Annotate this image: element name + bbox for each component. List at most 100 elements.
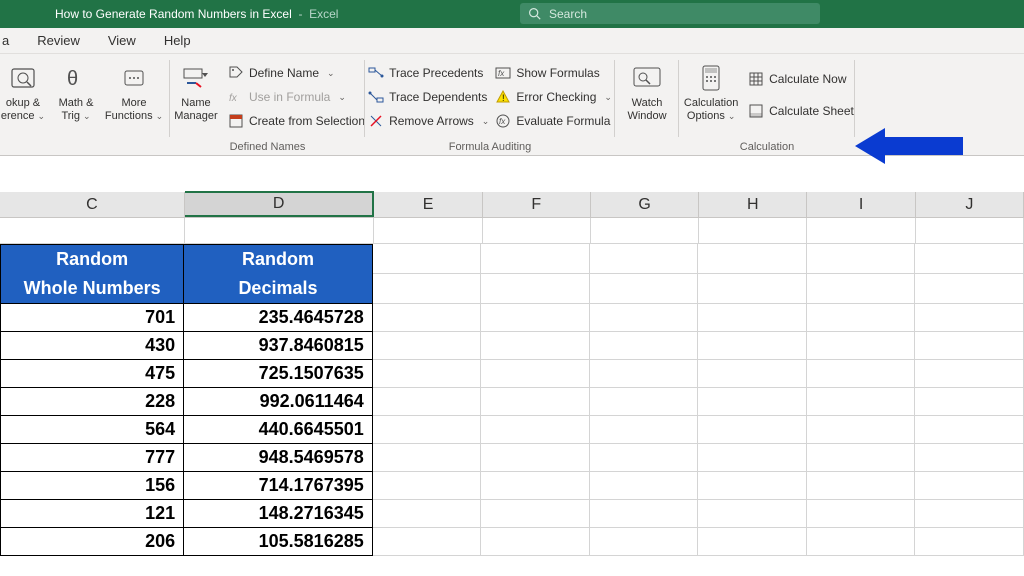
cell-empty[interactable] — [481, 304, 590, 332]
calculate-sheet-button[interactable]: Calculate Sheet — [748, 100, 854, 122]
cell-empty[interactable] — [807, 416, 916, 444]
cell-empty[interactable] — [373, 472, 482, 500]
cell-decimal[interactable]: 992.0611464 — [184, 388, 373, 416]
cell-empty[interactable] — [481, 472, 590, 500]
name-manager-button[interactable]: Name Manager — [170, 58, 222, 140]
cell-whole[interactable]: 475 — [0, 360, 184, 388]
cell-empty[interactable] — [481, 500, 590, 528]
define-name-button[interactable]: Define Name⌄ — [228, 62, 365, 84]
cell-empty[interactable] — [915, 528, 1024, 556]
cell-empty[interactable] — [590, 416, 699, 444]
col-header-e[interactable]: E — [374, 192, 482, 217]
col-header-j[interactable]: J — [916, 192, 1024, 217]
cell-empty[interactable] — [590, 388, 699, 416]
cell-empty[interactable] — [698, 304, 807, 332]
trace-dependents-button[interactable]: Trace Dependents — [368, 86, 489, 108]
cell-empty[interactable] — [481, 444, 590, 472]
cell-empty[interactable] — [807, 304, 916, 332]
col-header-h[interactable]: H — [699, 192, 807, 217]
tab-fragment[interactable]: a — [0, 29, 13, 52]
cell-whole[interactable]: 564 — [0, 416, 184, 444]
calculate-now-button[interactable]: Calculate Now — [748, 68, 854, 90]
cell-decimal[interactable]: 937.8460815 — [184, 332, 373, 360]
tab-help[interactable]: Help — [160, 29, 195, 52]
cell-whole[interactable]: 430 — [0, 332, 184, 360]
cell-empty[interactable] — [915, 388, 1024, 416]
cell-empty[interactable] — [698, 416, 807, 444]
cell-decimal[interactable]: 725.1507635 — [184, 360, 373, 388]
cell-empty[interactable] — [373, 444, 482, 472]
cell-empty[interactable] — [807, 332, 916, 360]
cell-empty[interactable] — [373, 360, 482, 388]
cell-whole[interactable]: 206 — [0, 528, 184, 556]
col-header-i[interactable]: I — [807, 192, 915, 217]
cell-whole[interactable]: 777 — [0, 444, 184, 472]
remove-arrows-button[interactable]: Remove Arrows⌄ — [368, 110, 489, 132]
watch-window-button[interactable]: Watch Window — [620, 58, 674, 140]
create-from-selection-button[interactable]: Create from Selection — [228, 110, 365, 132]
cell-empty[interactable] — [698, 528, 807, 556]
spreadsheet-grid[interactable]: Random Random Whole Numbers Decimals 701… — [0, 218, 1024, 556]
col-header-d[interactable]: D — [185, 191, 375, 217]
search-box[interactable]: Search — [520, 3, 820, 24]
cell-empty[interactable] — [807, 528, 916, 556]
cell-empty[interactable] — [373, 416, 482, 444]
cell-empty[interactable] — [698, 472, 807, 500]
error-checking-button[interactable]: ! Error Checking⌄ — [495, 86, 612, 108]
cell-empty[interactable] — [590, 360, 699, 388]
cell-empty[interactable] — [481, 528, 590, 556]
cell-empty[interactable] — [590, 444, 699, 472]
cell-empty[interactable] — [590, 332, 699, 360]
cell-decimal[interactable]: 714.1767395 — [184, 472, 373, 500]
cell-empty[interactable] — [698, 388, 807, 416]
cell-empty[interactable] — [915, 332, 1024, 360]
cell-whole[interactable]: 228 — [0, 388, 184, 416]
cell-empty[interactable] — [481, 360, 590, 388]
tab-view[interactable]: View — [104, 29, 140, 52]
cell-empty[interactable] — [481, 416, 590, 444]
cell-empty[interactable] — [590, 528, 699, 556]
cell-empty[interactable] — [481, 332, 590, 360]
col-header-f[interactable]: F — [483, 192, 591, 217]
cell-empty[interactable] — [698, 360, 807, 388]
cell-empty[interactable] — [698, 500, 807, 528]
cell-empty[interactable] — [590, 500, 699, 528]
evaluate-formula-button[interactable]: fx Evaluate Formula — [495, 110, 612, 132]
cell-empty[interactable] — [807, 360, 916, 388]
col-header-c[interactable]: C — [0, 192, 185, 217]
cell-empty[interactable] — [590, 304, 699, 332]
cell-decimal[interactable]: 948.5469578 — [184, 444, 373, 472]
show-formulas-button[interactable]: fx Show Formulas — [495, 62, 612, 84]
cell-empty[interactable] — [915, 444, 1024, 472]
cell-empty[interactable] — [373, 388, 482, 416]
cell-empty[interactable] — [915, 472, 1024, 500]
cell-whole[interactable]: 701 — [0, 304, 184, 332]
cell-decimal[interactable]: 105.5816285 — [184, 528, 373, 556]
cell-decimal[interactable]: 148.2716345 — [184, 500, 373, 528]
cell-empty[interactable] — [915, 500, 1024, 528]
math-trig-button[interactable]: θ Math & Trig⌄ — [53, 58, 99, 140]
lookup-reference-button[interactable]: okup & erence⌄ — [0, 58, 47, 140]
cell-empty[interactable] — [373, 332, 482, 360]
cell-empty[interactable] — [590, 472, 699, 500]
cell-empty[interactable] — [807, 472, 916, 500]
tab-review[interactable]: Review — [33, 29, 84, 52]
calculation-options-button[interactable]: Calculation Options⌄ — [680, 58, 742, 140]
cell-empty[interactable] — [807, 500, 916, 528]
cell-decimal[interactable]: 440.6645501 — [184, 416, 373, 444]
cell-empty[interactable] — [373, 500, 482, 528]
cell-empty[interactable] — [373, 304, 482, 332]
cell-empty[interactable] — [915, 416, 1024, 444]
cell-empty[interactable] — [373, 528, 482, 556]
cell-decimal[interactable]: 235.4645728 — [184, 304, 373, 332]
cell-empty[interactable] — [698, 332, 807, 360]
cell-empty[interactable] — [915, 304, 1024, 332]
trace-precedents-button[interactable]: Trace Precedents — [368, 62, 489, 84]
cell-empty[interactable] — [481, 388, 590, 416]
cell-empty[interactable] — [915, 360, 1024, 388]
more-functions-button[interactable]: More Functions⌄ — [105, 58, 163, 140]
col-header-g[interactable]: G — [591, 192, 699, 217]
cell-empty[interactable] — [807, 444, 916, 472]
cell-empty[interactable] — [698, 444, 807, 472]
cell-empty[interactable] — [807, 388, 916, 416]
